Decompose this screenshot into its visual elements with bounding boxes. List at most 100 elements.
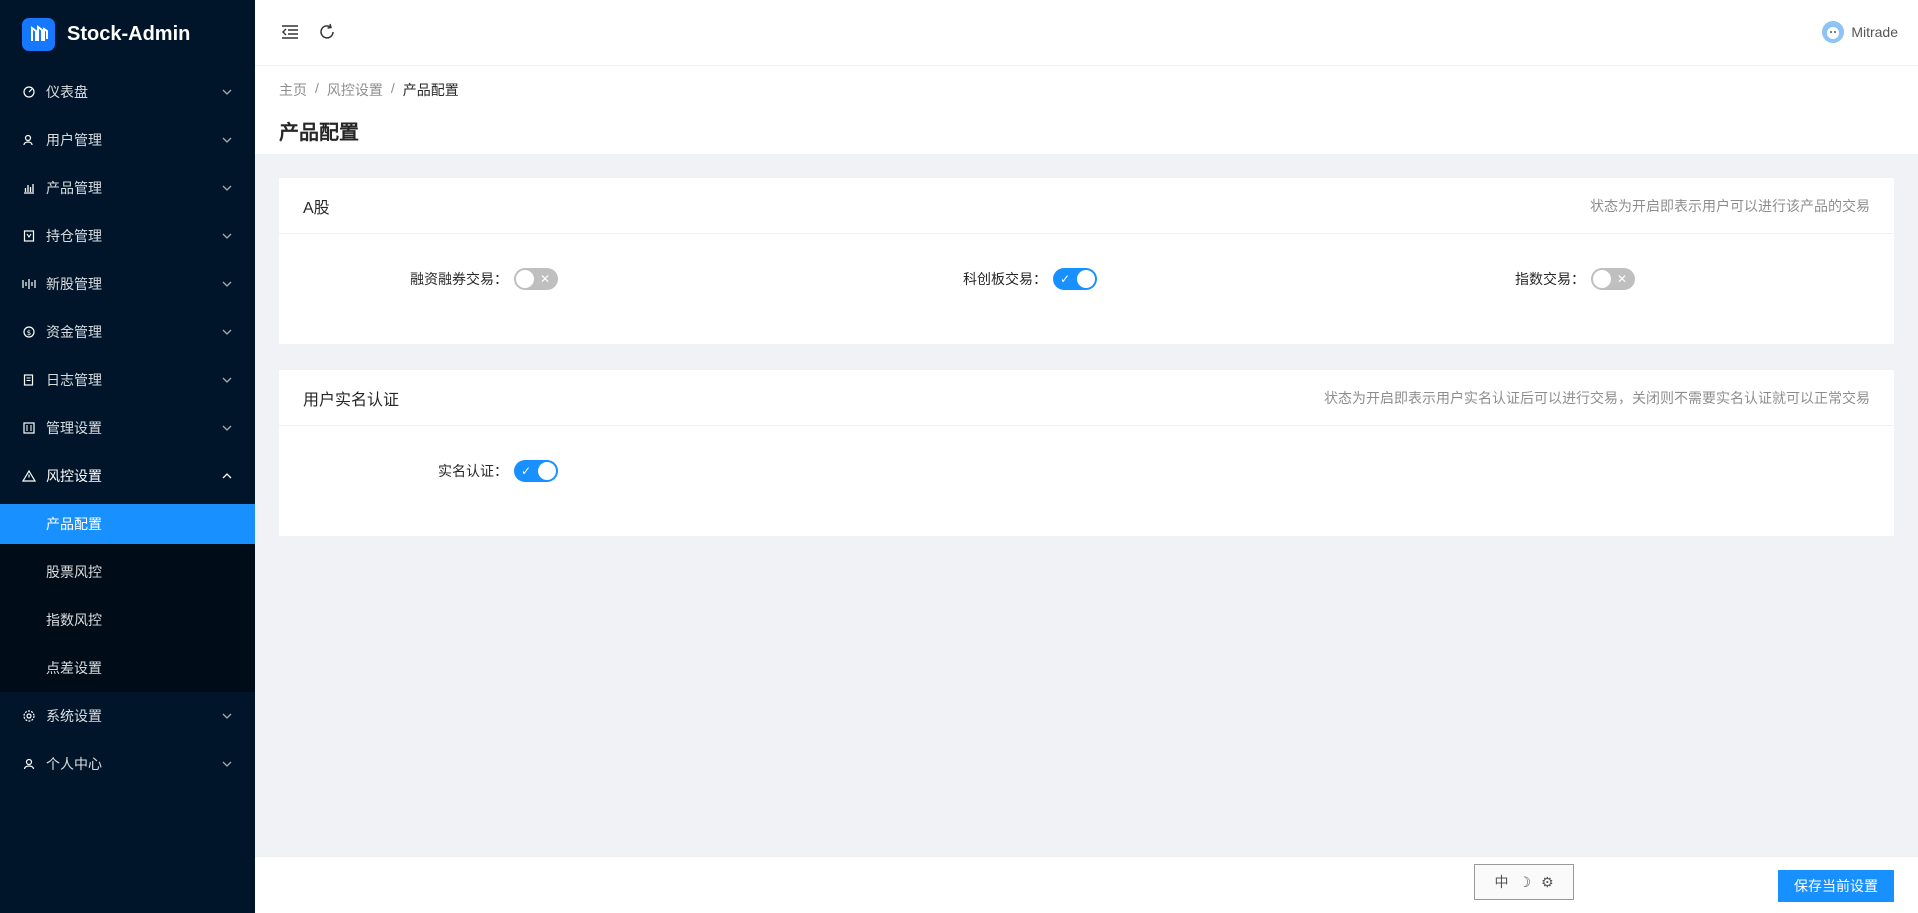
breadcrumb-home[interactable]: 主页: [279, 80, 307, 100]
chevron-up-icon: [221, 470, 233, 482]
sidebar-item-users[interactable]: 用户管理: [0, 116, 255, 164]
card-title: A股: [303, 199, 330, 217]
sidebar-menu-bottom: 系统设置 个人中心: [0, 692, 255, 788]
chevron-down-icon: [221, 374, 233, 386]
check-icon: ✓: [1060, 272, 1071, 286]
sidebar-item-label: 用户管理: [46, 132, 102, 148]
real-name-auth-switch[interactable]: ✓: [514, 460, 558, 482]
user-name: Mitrade: [1851, 24, 1898, 40]
sidebar-item-label: 系统设置: [46, 708, 102, 724]
ime-settings-icon[interactable]: ⚙: [1541, 874, 1554, 891]
sidebar-menu: 仪表盘 用户管理 产品管理 持仓管理 新股管理 $ 资金管理 日志管理 管理设置…: [0, 68, 255, 500]
footer-bar: 中 ☽ ⚙ 保存当前设置: [255, 856, 1918, 913]
margin-trading-field: 融资融券交易： ✕: [410, 268, 558, 290]
settings-panel-icon: [22, 421, 36, 435]
margin-trading-switch[interactable]: ✕: [514, 268, 558, 290]
card-hint: 状态为开启即表示用户可以进行该产品的交易: [1590, 197, 1870, 214]
sidebar-subitem-stock-risk[interactable]: 股票风控: [0, 548, 255, 596]
ime-mode-label[interactable]: 中: [1494, 872, 1508, 892]
logo-icon: [22, 17, 55, 51]
sidebar-item-profile[interactable]: 个人中心: [0, 740, 255, 788]
sidebar-item-label: 持仓管理: [46, 228, 102, 244]
menu-fold-button[interactable]: [278, 20, 302, 44]
sidebar-item-funds[interactable]: $ 资金管理: [0, 308, 255, 356]
dollar-circle-icon: $: [22, 325, 36, 339]
app-title: Stock-Admin: [67, 22, 191, 45]
sidebar-item-dashboard[interactable]: 仪表盘: [0, 68, 255, 116]
sidebar-subitem-product-config[interactable]: 产品配置: [0, 504, 255, 544]
real-name-auth-field: 实名认证： ✓: [438, 460, 558, 482]
chevron-down-icon: [221, 422, 233, 434]
chevron-down-icon: [221, 710, 233, 722]
card-body: 融资融券交易： ✕ 科创板交易： ✓ 指数交易： ✕: [279, 234, 1894, 344]
dashboard-icon: [22, 85, 36, 99]
field-label: 科创板交易：: [963, 271, 1047, 287]
field-label: 融资融券交易：: [410, 271, 508, 287]
signal-icon: [22, 277, 36, 291]
chevron-down-icon: [221, 230, 233, 242]
sidebar-item-label: 个人中心: [46, 756, 102, 772]
chevron-down-icon: [221, 182, 233, 194]
warning-icon: [22, 469, 36, 483]
card-hint: 状态为开启即表示用户实名认证后可以进行交易，关闭则不需要实名认证就可以正常交易: [1324, 389, 1870, 406]
log-icon: [22, 373, 36, 387]
chevron-down-icon: [221, 278, 233, 290]
sidebar-item-label: 仪表盘: [46, 84, 88, 100]
menu-fold-icon: [282, 25, 298, 39]
user-menu[interactable]: Mitrade: [1822, 21, 1898, 43]
logo[interactable]: Stock-Admin: [0, 0, 255, 68]
field-label: 指数交易：: [1515, 271, 1585, 287]
breadcrumb-parent[interactable]: 风控设置: [327, 80, 383, 100]
star-market-field: 科创板交易： ✓: [963, 268, 1097, 290]
sidebar: Stock-Admin 仪表盘 用户管理 产品管理 持仓管理 新股管理 $ 资金…: [0, 0, 255, 913]
sidebar-subitem-index-risk[interactable]: 指数风控: [0, 596, 255, 644]
close-icon: ✕: [540, 272, 551, 286]
chevron-down-icon: [221, 86, 233, 98]
sidebar-item-risk-settings[interactable]: 风控设置: [0, 452, 255, 500]
gear-icon: [22, 709, 36, 723]
field-label: 实名认证：: [438, 463, 508, 479]
save-settings-button[interactable]: 保存当前设置: [1778, 870, 1894, 902]
page-header: 主页 / 风控设置 / 产品配置 产品配置: [255, 66, 1918, 154]
sidebar-item-holdings[interactable]: 持仓管理: [0, 212, 255, 260]
a-share-card: A股 状态为开启即表示用户可以进行该产品的交易 融资融券交易： ✕ 科创板交易：…: [279, 178, 1894, 344]
sidebar-item-label: 日志管理: [46, 372, 102, 388]
breadcrumb: 主页 / 风控设置 / 产品配置: [279, 80, 1894, 100]
sidebar-item-system-settings[interactable]: 系统设置: [0, 692, 255, 740]
page-title: 产品配置: [279, 122, 359, 144]
sidebar-item-label: 管理设置: [46, 420, 102, 436]
sidebar-item-admin-settings[interactable]: 管理设置: [0, 404, 255, 452]
sidebar-subitem-spread-settings[interactable]: 点差设置: [0, 644, 255, 692]
bar-chart-icon: [22, 181, 36, 195]
refresh-button[interactable]: [315, 20, 339, 44]
sidebar-item-label: 新股管理: [46, 276, 102, 292]
card-title: 用户实名认证: [303, 391, 400, 409]
user-icon: [22, 757, 36, 771]
moon-icon[interactable]: ☽: [1518, 874, 1531, 891]
card-header: 用户实名认证 状态为开启即表示用户实名认证后可以进行交易，关闭则不需要实名认证就…: [279, 370, 1894, 426]
sidebar-item-label: 风控设置: [46, 468, 102, 484]
check-icon: ✓: [521, 464, 532, 478]
refresh-icon: [320, 23, 334, 39]
chevron-down-icon: [221, 326, 233, 338]
real-name-auth-card: 用户实名认证 状态为开启即表示用户实名认证后可以进行交易，关闭则不需要实名认证就…: [279, 370, 1894, 536]
svg-text:$: $: [27, 329, 31, 337]
users-icon: [22, 133, 36, 147]
card-header: A股 状态为开启即表示用户可以进行该产品的交易: [279, 178, 1894, 234]
sidebar-item-logs[interactable]: 日志管理: [0, 356, 255, 404]
sidebar-item-label: 产品管理: [46, 180, 102, 196]
avatar: [1822, 21, 1845, 43]
chevron-down-icon: [221, 758, 233, 770]
index-trading-field: 指数交易： ✕: [1515, 268, 1635, 290]
ime-toolbar[interactable]: 中 ☽ ⚙: [1474, 864, 1574, 900]
index-trading-switch[interactable]: ✕: [1591, 268, 1635, 290]
chevron-down-icon: [221, 134, 233, 146]
sidebar-item-ipo[interactable]: 新股管理: [0, 260, 255, 308]
breadcrumb-current: 产品配置: [402, 82, 459, 98]
card-body: 实名认证： ✓: [279, 426, 1894, 536]
sidebar-item-products[interactable]: 产品管理: [0, 164, 255, 212]
holdings-icon: [22, 229, 36, 243]
sidebar-item-label: 资金管理: [46, 324, 102, 340]
close-icon: ✕: [1617, 272, 1628, 286]
star-market-switch[interactable]: ✓: [1053, 268, 1097, 290]
